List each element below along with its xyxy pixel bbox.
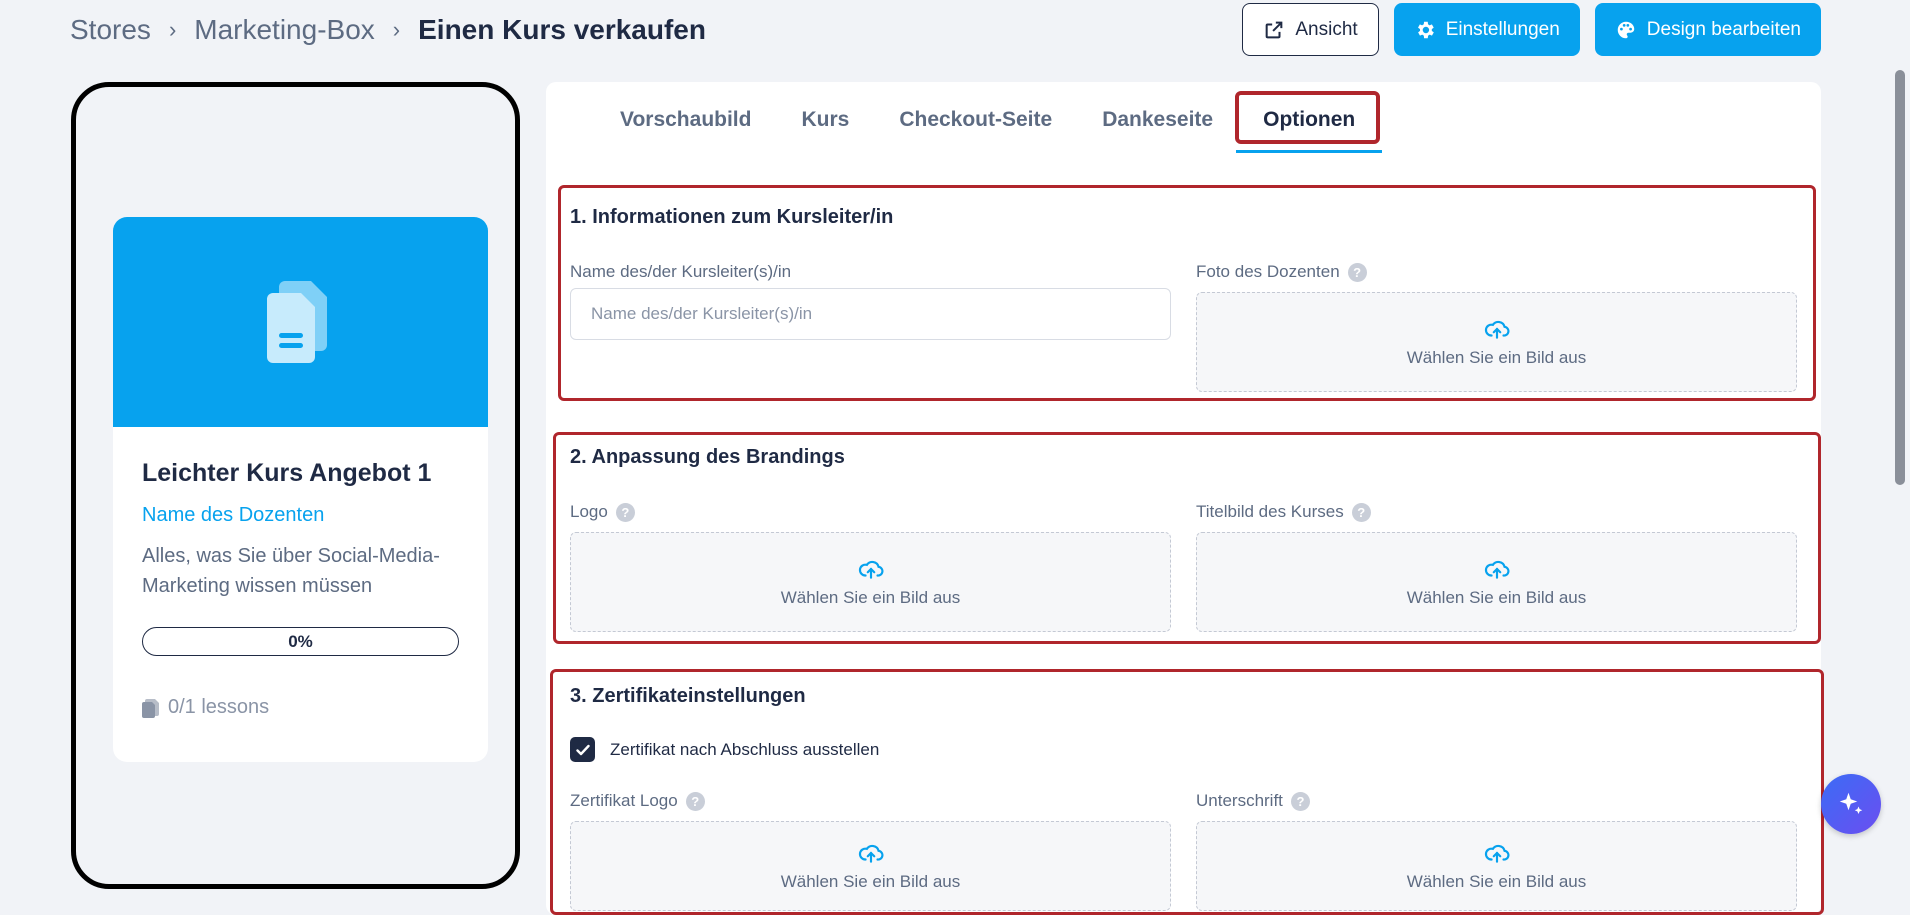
- lessons-count: 0/1 lessons: [142, 696, 459, 719]
- page-scrollbar[interactable]: [1888, 0, 1910, 915]
- upload-label: Wählen Sie ein Bild aus: [1406, 348, 1587, 367]
- upload-cloud-icon: [858, 844, 883, 863]
- scrollbar-thumb[interactable]: [1895, 70, 1905, 485]
- certificate-logo-label-text: Zertifikat Logo: [570, 791, 678, 810]
- upload-label: Wählen Sie ein Bild aus: [1406, 588, 1587, 607]
- upload-cloud-icon: [1484, 844, 1509, 863]
- certificate-section-title: 3. Zertifikateinstellungen: [570, 685, 806, 707]
- cover-image-label-text: Titelbild des Kurses: [1196, 502, 1344, 521]
- logo-label: Logo ?: [570, 502, 635, 522]
- teacher-photo-upload[interactable]: Wählen Sie ein Bild aus: [1196, 292, 1797, 392]
- teacher-name-input[interactable]: [570, 288, 1171, 340]
- help-icon[interactable]: ?: [685, 791, 705, 811]
- teacher-photo-label: Foto des Dozenten ?: [1196, 262, 1367, 282]
- mobile-preview-frame: Leichter Kurs Angebot 1 Name des Dozente…: [71, 82, 520, 889]
- help-icon[interactable]: ?: [1351, 502, 1371, 522]
- page-title: Einen Kurs verkaufen: [418, 14, 706, 45]
- tab-highlight-box: [1235, 91, 1380, 144]
- course-title: Leichter Kurs Angebot 1: [142, 459, 432, 487]
- upload-label: Wählen Sie ein Bild aus: [780, 588, 961, 607]
- issue-certificate-checkbox[interactable]: [570, 737, 595, 762]
- signature-upload[interactable]: Wählen Sie ein Bild aus: [1196, 821, 1797, 911]
- logo-label-text: Logo: [570, 502, 608, 521]
- upload-label: Wählen Sie ein Bild aus: [1406, 872, 1587, 891]
- progress-label: 0%: [288, 631, 313, 651]
- lessons-icon: [142, 698, 159, 718]
- sparkles-icon: [1839, 792, 1863, 814]
- teacher-name-label-text: Name des/der Kursleiter(s)/in: [570, 262, 792, 281]
- cover-image-label: Titelbild des Kurses ?: [1196, 502, 1371, 522]
- view-button[interactable]: Ansicht: [1242, 3, 1379, 56]
- chevron-right-icon: ›: [392, 17, 401, 42]
- edit-design-button[interactable]: Design bearbeiten: [1594, 3, 1821, 56]
- help-icon[interactable]: ?: [615, 502, 635, 522]
- certificate-logo-label: Zertifikat Logo ?: [570, 791, 705, 811]
- upload-label: Wählen Sie ein Bild aus: [780, 872, 961, 891]
- help-icon[interactable]: ?: [1347, 262, 1367, 282]
- external-link-icon: [1266, 21, 1283, 38]
- tab-course[interactable]: Kurs: [776, 82, 874, 157]
- signature-label-text: Unterschrift: [1196, 791, 1283, 810]
- breadcrumb-marketing-box[interactable]: Marketing-Box: [194, 14, 375, 46]
- issue-certificate-label: Zertifikat nach Abschluss ausstellen: [610, 739, 880, 759]
- chevron-right-icon: ›: [168, 17, 177, 42]
- palette-icon: [1617, 21, 1635, 38]
- active-tab-indicator: [1236, 150, 1382, 153]
- cover-image-upload[interactable]: Wählen Sie ein Bild aus: [1196, 532, 1797, 632]
- issue-certificate-row: Zertifikat nach Abschluss ausstellen: [570, 737, 879, 762]
- signature-label: Unterschrift ?: [1196, 791, 1310, 811]
- tab-checkout[interactable]: Checkout-Seite: [874, 82, 1077, 157]
- edit-design-button-label: Design bearbeiten: [1646, 18, 1801, 40]
- ai-assistant-button[interactable]: [1821, 774, 1881, 834]
- breadcrumb-stores[interactable]: Stores: [70, 14, 151, 46]
- settings-button[interactable]: Einstellungen: [1393, 3, 1580, 56]
- course-thumbnail: [113, 217, 488, 427]
- settings-panel: Vorschaubild Kurs Checkout-Seite Dankese…: [546, 82, 1824, 915]
- settings-button-label: Einstellungen: [1445, 18, 1560, 40]
- top-actions: Ansicht Einstellungen Design bearbeiten: [1242, 3, 1821, 56]
- gear-icon: [1417, 21, 1434, 38]
- breadcrumb: Stores › Marketing-Box › Einen Kurs verk…: [70, 10, 706, 50]
- teacher-name: Name des Dozenten: [142, 504, 325, 526]
- progress-bar: 0%: [142, 627, 459, 656]
- view-button-label: Ansicht: [1295, 18, 1358, 40]
- tab-thank-you[interactable]: Dankeseite: [1077, 82, 1238, 157]
- upload-cloud-icon: [1484, 320, 1509, 339]
- course-card: Leichter Kurs Angebot 1 Name des Dozente…: [113, 217, 488, 762]
- check-icon: [575, 744, 590, 755]
- document-icon: [266, 280, 327, 363]
- help-icon[interactable]: ?: [1290, 791, 1310, 811]
- teacher-photo-label-text: Foto des Dozenten: [1196, 262, 1340, 281]
- teacher-section-title: 1. Informationen zum Kursleiter/in: [570, 206, 894, 228]
- tab-thumbnail[interactable]: Vorschaubild: [595, 82, 776, 157]
- lessons-label: 0/1 lessons: [168, 696, 270, 718]
- upload-cloud-icon: [858, 560, 883, 579]
- teacher-name-label: Name des/der Kursleiter(s)/in: [570, 262, 791, 282]
- certificate-logo-upload[interactable]: Wählen Sie ein Bild aus: [570, 821, 1171, 911]
- upload-cloud-icon: [1484, 560, 1509, 579]
- logo-upload[interactable]: Wählen Sie ein Bild aus: [570, 532, 1171, 632]
- branding-section-title: 2. Anpassung des Brandings: [570, 446, 845, 468]
- tab-bar: Vorschaubild Kurs Checkout-Seite Dankese…: [546, 82, 1821, 157]
- course-description: Alles, was Sie über Social-Media-Marketi…: [142, 545, 440, 597]
